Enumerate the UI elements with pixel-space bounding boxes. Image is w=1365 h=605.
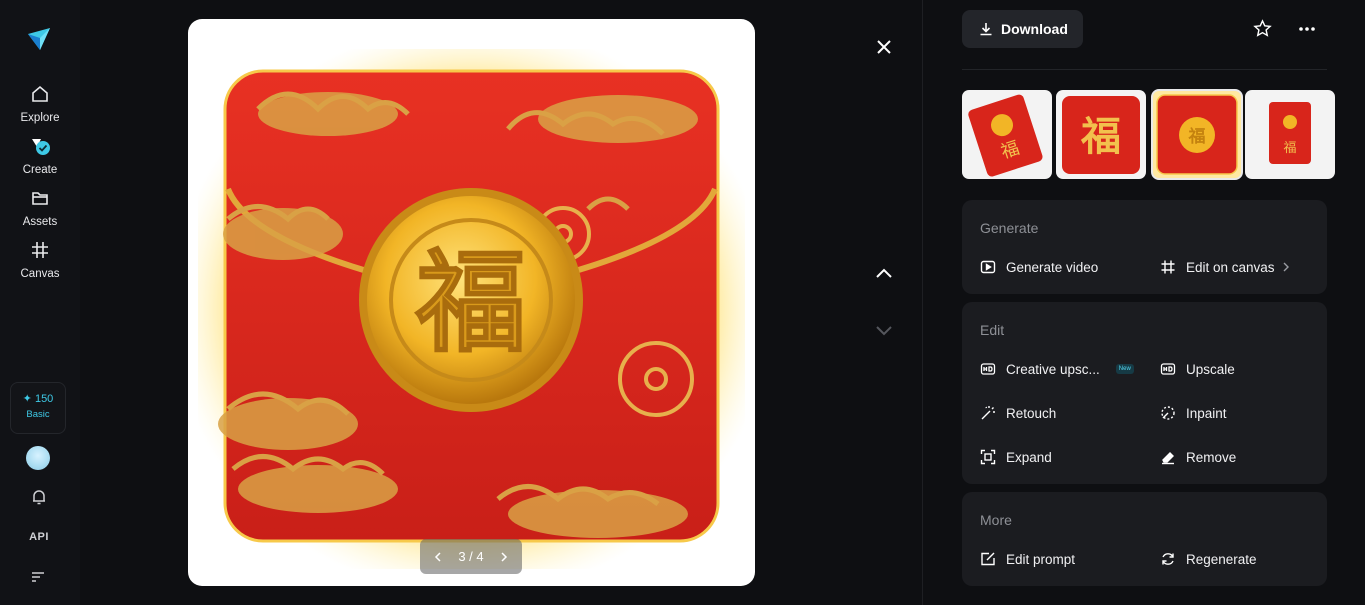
edit-on-canvas-button[interactable]: Edit on canvas	[1160, 259, 1290, 275]
expand-icon	[980, 449, 996, 465]
edit-prompt-label: Edit prompt	[1006, 551, 1076, 567]
retouch-button[interactable]: Retouch	[980, 405, 1056, 421]
thumbnail-3[interactable]: 福	[1151, 89, 1243, 180]
nav-item-create[interactable]: Create	[0, 135, 80, 178]
menu-icon[interactable]	[30, 570, 46, 584]
eraser-icon	[1162, 452, 1174, 465]
page-indicator: 3 / 4	[458, 549, 484, 564]
image-pager: 3 / 4	[420, 539, 522, 574]
svg-text:福: 福	[415, 239, 526, 367]
expand-label: Expand	[1006, 449, 1052, 465]
edit-section: Edit Creative upsc... New Upscale Retouc…	[962, 302, 1327, 484]
red-envelope-image: 福	[198, 49, 745, 569]
nav-label-assets: Assets	[22, 216, 58, 228]
magic-wand-icon	[981, 406, 995, 420]
download-label: Download	[1001, 21, 1068, 37]
inpaint-label: Inpaint	[1186, 405, 1227, 421]
hd-icon	[1160, 363, 1176, 375]
create-icon	[32, 139, 50, 155]
thumbnail-image: 福	[1152, 90, 1242, 179]
upscale-button[interactable]: Upscale	[1160, 361, 1235, 377]
canvas-icon	[1161, 260, 1175, 274]
regenerate-button[interactable]: Regenerate	[1160, 551, 1257, 567]
nav-item-canvas[interactable]: Canvas	[0, 239, 80, 282]
home-icon	[32, 85, 48, 102]
star-icon[interactable]	[1253, 19, 1272, 38]
credits-badge[interactable]: ✦ 150 Basic	[10, 382, 66, 434]
credits-amount: ✦ 150	[22, 393, 54, 405]
chevron-down-icon[interactable]	[874, 324, 894, 338]
more-section: More Edit prompt Regenerate	[962, 492, 1327, 586]
api-link[interactable]: API	[0, 531, 78, 543]
nav-label-explore: Explore	[20, 112, 60, 124]
regenerate-label: Regenerate	[1186, 551, 1257, 567]
remove-button[interactable]: Remove	[1160, 449, 1236, 465]
thumbnail-2[interactable]: 福	[1056, 90, 1146, 179]
thumbnail-4[interactable]: 福	[1245, 90, 1335, 179]
canvas-icon	[32, 242, 48, 258]
creative-upscale-button[interactable]: Creative upsc... New	[980, 361, 1134, 377]
new-badge: New	[1115, 364, 1134, 374]
image-preview: 福	[188, 19, 755, 586]
refresh-icon	[1162, 553, 1174, 565]
thumbnail-image: 福	[1056, 90, 1146, 179]
section-title-generate: Generate	[980, 220, 1039, 236]
more-options-icon[interactable]	[1297, 22, 1317, 36]
inpaint-icon	[1161, 406, 1175, 420]
nav-item-explore[interactable]: Explore	[0, 83, 80, 126]
bell-icon[interactable]	[30, 488, 48, 506]
chevron-up-icon[interactable]	[874, 266, 894, 280]
chevron-right-icon[interactable]	[498, 551, 510, 563]
svg-text:福: 福	[1080, 114, 1121, 160]
generate-video-label: Generate video	[1006, 259, 1099, 275]
download-button[interactable]: Download	[962, 10, 1083, 48]
avatar[interactable]	[26, 446, 50, 470]
svg-text:福: 福	[1283, 141, 1296, 156]
section-title-more: More	[980, 512, 1012, 528]
folder-icon	[32, 192, 48, 205]
hd-plus-icon	[980, 363, 996, 375]
nav-item-assets[interactable]: Assets	[0, 187, 80, 230]
download-icon	[980, 23, 992, 36]
edit-prompt-button[interactable]: Edit prompt	[980, 551, 1075, 567]
header-divider	[962, 69, 1327, 70]
app-logo-icon[interactable]	[26, 26, 52, 52]
chevron-left-icon[interactable]	[432, 551, 444, 563]
retouch-label: Retouch	[1006, 405, 1057, 421]
panel-divider	[922, 0, 923, 605]
thumbnail-image: 福	[962, 90, 1052, 179]
svg-text:福: 福	[1188, 126, 1206, 147]
upscale-label: Upscale	[1186, 361, 1235, 377]
video-icon	[980, 260, 996, 274]
generate-section: Generate Generate video Edit on canvas	[962, 200, 1327, 294]
close-icon[interactable]	[875, 38, 893, 56]
thumbnail-image: 福	[1245, 90, 1335, 179]
thumbnail-1[interactable]: 福	[962, 90, 1052, 179]
expand-button[interactable]: Expand	[980, 449, 1052, 465]
nav-label-create: Create	[22, 164, 58, 176]
chevron-right-icon	[1283, 262, 1289, 272]
edit-prompt-icon	[981, 552, 995, 566]
remove-label: Remove	[1186, 449, 1237, 465]
edit-on-canvas-label: Edit on canvas	[1186, 259, 1275, 275]
nav-label-canvas: Canvas	[20, 268, 60, 280]
plan-label: Basic	[26, 409, 50, 420]
creative-upscale-label: Creative upsc...	[1006, 361, 1100, 377]
section-title-edit: Edit	[980, 322, 1005, 338]
left-nav: Explore Create Assets Canvas ✦ 150 Basic…	[0, 0, 80, 605]
generate-video-button[interactable]: Generate video	[980, 259, 1098, 275]
inpaint-button[interactable]: Inpaint	[1160, 405, 1227, 421]
